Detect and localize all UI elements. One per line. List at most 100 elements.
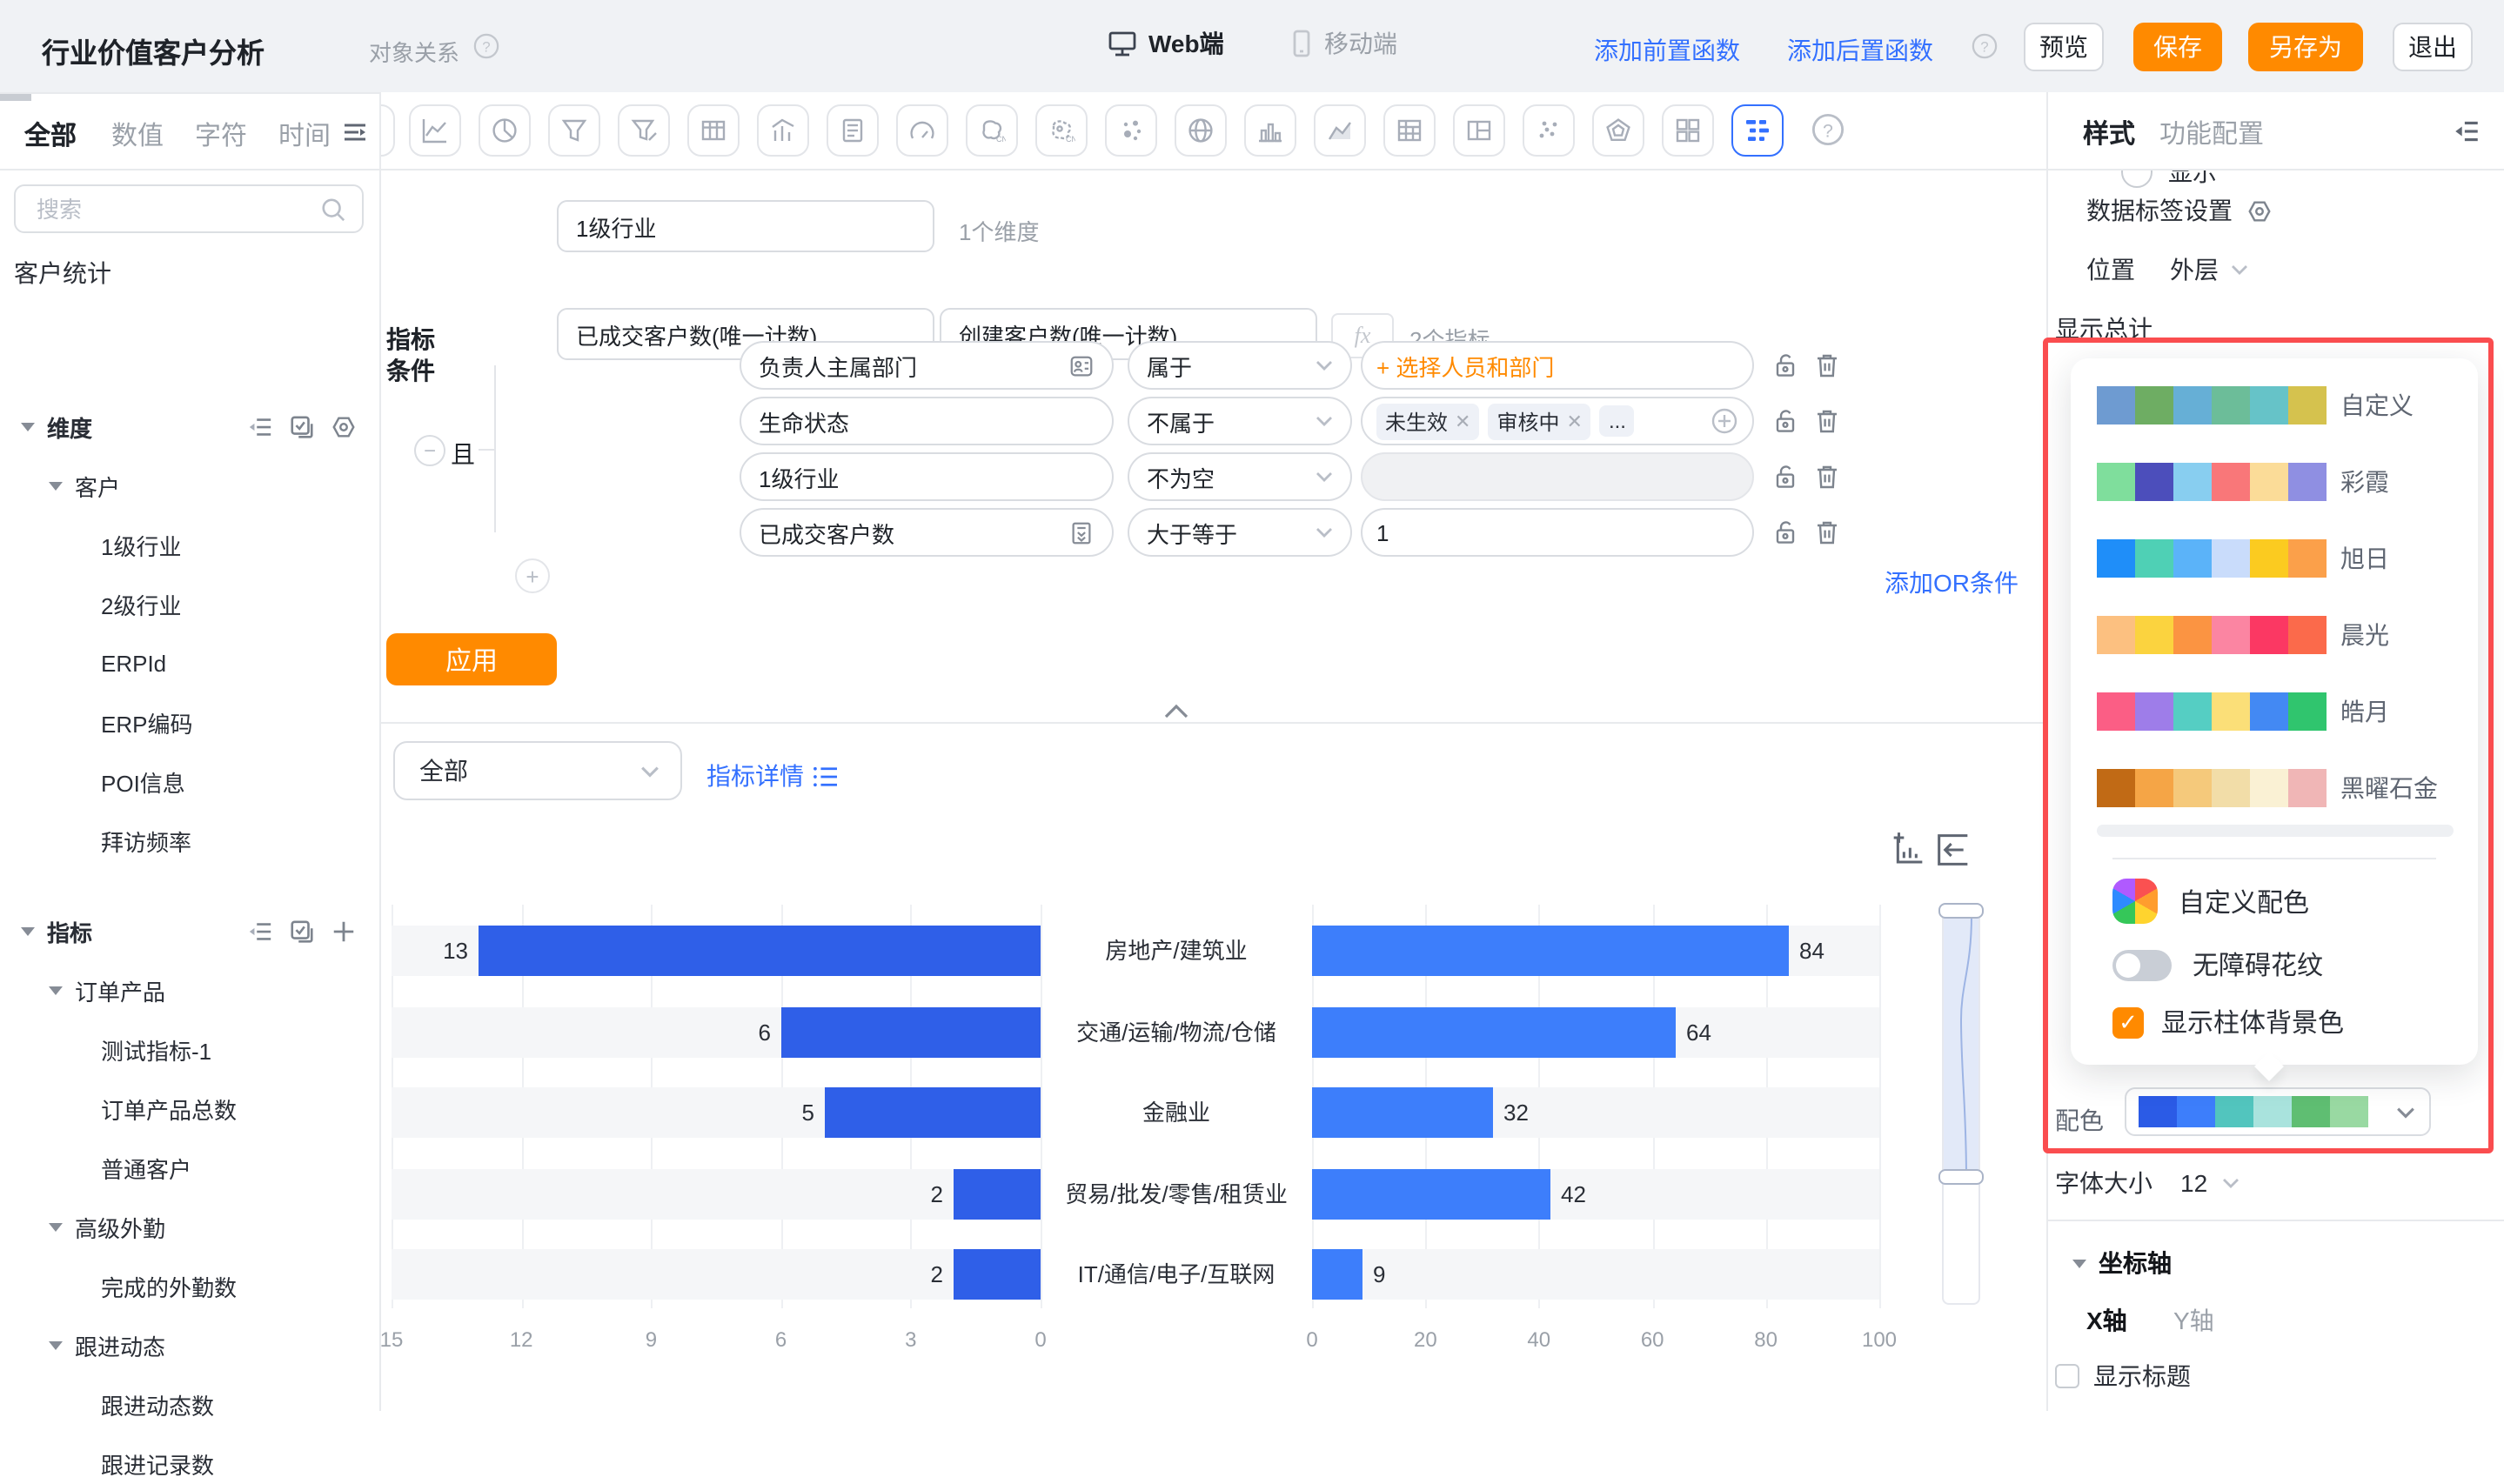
caret-down-icon[interactable] — [49, 1222, 63, 1231]
chart-type-report-form[interactable] — [827, 104, 879, 157]
condition-operator-select[interactable]: 大于等于 — [1128, 508, 1352, 557]
panel-tab-style[interactable]: 样式 — [2083, 115, 2135, 151]
condition-field[interactable]: 负责人主属部门 — [740, 341, 1114, 390]
sidebar-item-订单产品[interactable]: 订单产品 — [0, 969, 381, 1011]
sidebar-tab-all[interactable]: 全部 — [24, 117, 77, 153]
question-icon[interactable]: ? — [1972, 33, 1998, 59]
trash-icon[interactable] — [1813, 518, 1841, 546]
panel-tab-config[interactable]: 功能配置 — [2159, 115, 2264, 151]
caret-down-icon[interactable] — [49, 986, 63, 994]
bar-left-series[interactable] — [825, 1087, 1041, 1138]
chart-type-detail-table[interactable] — [1453, 104, 1505, 157]
sidebar-item-跟进动态数[interactable]: 跟进动态数 — [0, 1383, 381, 1425]
sidebar-item-1级行业[interactable]: 1级行业 — [0, 524, 381, 565]
settings-icon[interactable] — [331, 413, 357, 439]
bar-background-checkbox[interactable]: ✓ — [2112, 1006, 2144, 1038]
palette-option-旭日[interactable]: 旭日 — [2097, 539, 2389, 578]
condition-field[interactable]: 生命状态 — [740, 397, 1114, 445]
bar-left-series[interactable] — [954, 1169, 1041, 1220]
chart-type-funnel[interactable] — [548, 104, 600, 157]
condition-operator-select[interactable]: 不为空 — [1128, 452, 1352, 501]
font-size-select[interactable]: 12 — [2180, 1169, 2207, 1197]
select-all-icon[interactable] — [289, 918, 315, 944]
chart-type-china-map[interactable]: CN — [966, 104, 1018, 157]
collapse-fields-icon[interactable] — [341, 118, 369, 146]
chart-type-card-group[interactable] — [1662, 104, 1714, 157]
bar-left-series[interactable] — [781, 1007, 1041, 1058]
bar-right-series[interactable] — [1312, 926, 1789, 976]
palette-option-晨光[interactable]: 晨光 — [2097, 616, 2389, 654]
chart-type-pie-chart[interactable] — [479, 104, 531, 157]
condition-value[interactable]: 未生效✕审核中✕... — [1361, 397, 1754, 445]
condition-value[interactable]: + 选择人员和部门 — [1361, 341, 1754, 390]
trash-icon[interactable] — [1813, 407, 1841, 435]
add-tag-icon[interactable] — [1711, 407, 1738, 435]
chart-type-line-chart[interactable] — [409, 104, 461, 157]
sidebar-item-测试指标-1[interactable]: 测试指标-1 — [0, 1028, 381, 1070]
lock-open-icon[interactable] — [1771, 463, 1799, 491]
question-icon[interactable]: ? — [473, 33, 499, 59]
sidebar-item-高级外勤[interactable]: 高级外勤 — [0, 1206, 381, 1247]
bar-right-series[interactable] — [1312, 1007, 1676, 1058]
custom-color-row[interactable]: 自定义配色 — [2112, 879, 2309, 924]
bar-left-series[interactable] — [479, 926, 1041, 976]
bar-left-series[interactable] — [954, 1249, 1041, 1300]
apply-button[interactable]: 应用 — [386, 633, 557, 685]
indent-icon[interactable] — [247, 413, 273, 439]
exit-button[interactable]: 退出 — [2393, 23, 2473, 71]
datazoom-handle-top[interactable] — [1938, 903, 1984, 919]
chart-type-china-bubble-map[interactable]: CN — [1035, 104, 1088, 157]
chart-type-combo-chart[interactable] — [757, 104, 809, 157]
add-condition-button[interactable]: + — [515, 558, 550, 593]
sidebar-item-拜访频率[interactable]: 拜访频率 — [0, 819, 381, 861]
palette-option-自定义[interactable]: 自定义 — [2097, 386, 2414, 424]
pattern-toggle[interactable] — [2112, 949, 2172, 980]
plus-icon[interactable] — [331, 918, 357, 944]
lock-open-icon[interactable] — [1771, 407, 1799, 435]
sidebar-item-跟进动态[interactable]: 跟进动态 — [0, 1324, 381, 1366]
metric-detail-link[interactable]: 指标详情 — [706, 759, 839, 793]
add-to-dashboard-icon[interactable] — [1890, 832, 1926, 868]
chart-type-scatter[interactable] — [1523, 104, 1575, 157]
add-post-function-link[interactable]: 添加后置函数 — [1787, 33, 1933, 68]
caret-down-icon[interactable] — [21, 926, 35, 935]
help-icon[interactable]: ? — [1811, 113, 1845, 146]
axis-section-header[interactable]: 坐标轴 — [2072, 1246, 2172, 1280]
tab-y-axis[interactable]: Y轴 — [2173, 1303, 2214, 1338]
condition-operator-select[interactable]: 属于 — [1128, 341, 1352, 390]
trash-icon[interactable] — [1813, 351, 1841, 379]
dimension-pill[interactable]: 1级行业 — [557, 200, 934, 252]
sidebar-tab-numeric[interactable]: 数值 — [111, 117, 164, 153]
palette-option-彩霞[interactable]: 彩霞 — [2097, 463, 2389, 501]
tab-x-axis[interactable]: X轴 — [2086, 1303, 2127, 1338]
select-all-icon[interactable] — [289, 413, 315, 439]
value-tag[interactable]: 未生效✕ — [1376, 403, 1479, 439]
chart-type-table[interactable] — [687, 104, 740, 157]
condition-value[interactable]: 1 — [1361, 508, 1754, 557]
sidebar-section-divider[interactable] — [0, 92, 381, 94]
bar-right-series[interactable] — [1312, 1249, 1362, 1300]
close-icon[interactable]: ✕ — [1455, 410, 1470, 432]
condition-field[interactable]: 1级行业 — [740, 452, 1114, 501]
save-as-button[interactable]: 另存为 — [2248, 23, 2363, 71]
chart-type-area-chart[interactable] — [1314, 104, 1366, 157]
datazoom-handle-bottom[interactable] — [1938, 1169, 1984, 1185]
metric-filter-select[interactable]: 全部 — [393, 741, 682, 800]
settings-icon[interactable] — [2246, 197, 2273, 224]
collapse-panel-icon[interactable] — [2452, 117, 2481, 146]
sidebar-item-订单产品总数[interactable]: 订单产品总数 — [0, 1087, 381, 1129]
chart-type-pivot-table[interactable] — [1383, 104, 1436, 157]
caret-down-icon[interactable] — [21, 422, 35, 431]
tab-web[interactable]: Web端 — [1107, 26, 1224, 61]
condition-value[interactable] — [1361, 452, 1754, 501]
collapse-config-icon[interactable] — [1162, 703, 1190, 720]
label-position-select[interactable]: 外层 — [2170, 252, 2219, 287]
palette-option-皓月[interactable]: 皓月 — [2097, 692, 2389, 731]
show-title-checkbox[interactable] — [2055, 1364, 2079, 1388]
more-tags-chip[interactable]: ... — [1600, 405, 1635, 437]
condition-operator-select[interactable]: 不属于 — [1128, 397, 1352, 445]
trash-icon[interactable] — [1813, 463, 1841, 491]
divider-drag-handle[interactable] — [0, 97, 31, 101]
lock-open-icon[interactable] — [1771, 351, 1799, 379]
bar-right-series[interactable] — [1312, 1087, 1493, 1138]
